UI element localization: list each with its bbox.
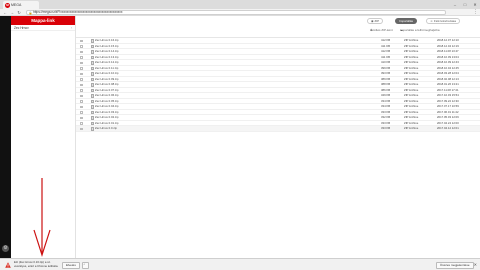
settings-gear-icon[interactable]: ⚙ bbox=[2, 245, 9, 252]
zip-file-icon bbox=[91, 50, 94, 54]
row-checkbox[interactable] bbox=[80, 56, 83, 59]
show-all-downloads-button[interactable]: Összes megjelenítése bbox=[436, 261, 474, 269]
zip-file-icon bbox=[91, 72, 94, 76]
row-checkbox[interactable] bbox=[80, 89, 83, 92]
forward-icon[interactable]: → bbox=[9, 9, 15, 16]
download-bar: Ezt (Zec Hrnov 0.16.zip) a sz. veszélyes… bbox=[0, 258, 480, 270]
zip-file-icon bbox=[91, 88, 94, 92]
tree-item-label: Zec Hrnov bbox=[14, 26, 29, 30]
zip-button[interactable]: ◉ ZIP bbox=[367, 18, 384, 24]
zip-file-icon bbox=[91, 99, 94, 103]
back-icon[interactable]: ← bbox=[2, 9, 8, 16]
reload-icon[interactable]: ↻ bbox=[16, 9, 22, 16]
zip-file-icon bbox=[91, 105, 94, 109]
browser-menu-icon[interactable]: ⋮ bbox=[473, 9, 478, 16]
file-type: ZIP Archive bbox=[404, 126, 419, 130]
file-rows: Zec Hrnov 0.16.zip 412 KB ZIP Archive 2018.… bbox=[76, 38, 480, 132]
zip-file-icon bbox=[91, 121, 94, 125]
create-account-button[interactable]: ☺ Fiók létrehozása bbox=[426, 18, 460, 24]
sub-actions: ⬇ Letöltés ZIP-ként ☁ Importálás a felhő… bbox=[370, 28, 440, 32]
left-strip: ⚙ bbox=[0, 16, 11, 258]
file-date: 2017.04.12 12:01 bbox=[437, 126, 459, 130]
row-checkbox[interactable] bbox=[80, 94, 83, 97]
row-checkbox[interactable] bbox=[80, 105, 83, 108]
warning-icon bbox=[5, 262, 11, 268]
row-checkbox[interactable] bbox=[80, 122, 83, 125]
zip-file-icon bbox=[91, 83, 94, 87]
row-checkbox[interactable] bbox=[80, 67, 83, 70]
folder-link-title: Mappa-link bbox=[11, 16, 75, 25]
file-size: 333 KB bbox=[381, 126, 391, 130]
zip-file-icon bbox=[91, 44, 94, 48]
tab-title: MEGA bbox=[11, 3, 22, 7]
import-button[interactable]: Importálás bbox=[395, 18, 418, 24]
zip-file-icon bbox=[91, 61, 94, 65]
row-checkbox[interactable] bbox=[80, 78, 83, 81]
row-checkbox[interactable] bbox=[80, 100, 83, 103]
zip-file-icon bbox=[91, 110, 94, 114]
tree-item-zec-hrnov[interactable]: Zec Hrnov › bbox=[11, 25, 75, 31]
row-checkbox[interactable] bbox=[80, 61, 83, 64]
file-name: Zec Hrnov 0.0.zip bbox=[95, 126, 117, 130]
close-window-icon[interactable]: ✕ bbox=[470, 0, 480, 9]
chevron-up-icon[interactable]: ⌃ bbox=[82, 261, 89, 269]
row-checkbox[interactable] bbox=[80, 116, 83, 119]
file-row[interactable]: Zec Hrnov 0.0.zip 333 KB ZIP Archive 2017.0… bbox=[76, 126, 480, 132]
file-list-panel: ◉ ZIP Importálás ☺ Fiók létrehozása ⬇ Le… bbox=[76, 16, 480, 258]
row-checkbox[interactable] bbox=[80, 83, 83, 86]
row-checkbox[interactable] bbox=[80, 45, 83, 48]
zip-file-icon bbox=[91, 94, 94, 98]
url-text: https://mega.nz/#F!xxxxxxxxxxxxxxxxxxxxx… bbox=[33, 10, 123, 14]
top-actions: ◉ ZIP Importálás ☺ Fiók létrehozása bbox=[76, 16, 480, 27]
red-annotation-arrow-icon bbox=[33, 178, 51, 257]
lock-icon: 🔒 bbox=[28, 10, 33, 15]
download-warning-text: Ezt (Zec Hrnov 0.16.zip) a sz. veszélyes… bbox=[14, 260, 59, 268]
zip-file-icon bbox=[91, 55, 94, 59]
minimize-icon[interactable]: – bbox=[450, 0, 460, 9]
browser-tab[interactable]: M MEGA bbox=[3, 1, 39, 9]
zip-file-icon bbox=[91, 77, 94, 81]
url-input[interactable]: 🔒 https://mega.nz/#F!xxxxxxxxxxxxxxxxxxx… bbox=[26, 10, 446, 15]
zip-file-icon bbox=[91, 39, 94, 43]
zip-file-icon bbox=[91, 116, 94, 120]
discard-button[interactable]: Elvetés bbox=[62, 261, 80, 269]
row-checkbox[interactable] bbox=[80, 39, 83, 42]
maximize-icon[interactable]: □ bbox=[460, 0, 470, 9]
address-bar: ← → ↻ 🔒 https://mega.nz/#F!xxxxxxxxxxxxx… bbox=[0, 9, 480, 16]
row-checkbox[interactable] bbox=[80, 127, 83, 130]
chevron-right-icon: › bbox=[70, 26, 72, 30]
browser-tab-bar: M MEGA – □ ✕ bbox=[0, 0, 480, 9]
close-download-bar-icon[interactable]: ✕ bbox=[474, 261, 477, 269]
zip-file-icon bbox=[91, 127, 94, 131]
row-checkbox[interactable] bbox=[80, 72, 83, 75]
zip-file-icon bbox=[91, 66, 94, 70]
mega-favicon-icon: M bbox=[5, 2, 10, 8]
row-checkbox[interactable] bbox=[80, 111, 83, 114]
row-checkbox[interactable] bbox=[80, 50, 83, 53]
